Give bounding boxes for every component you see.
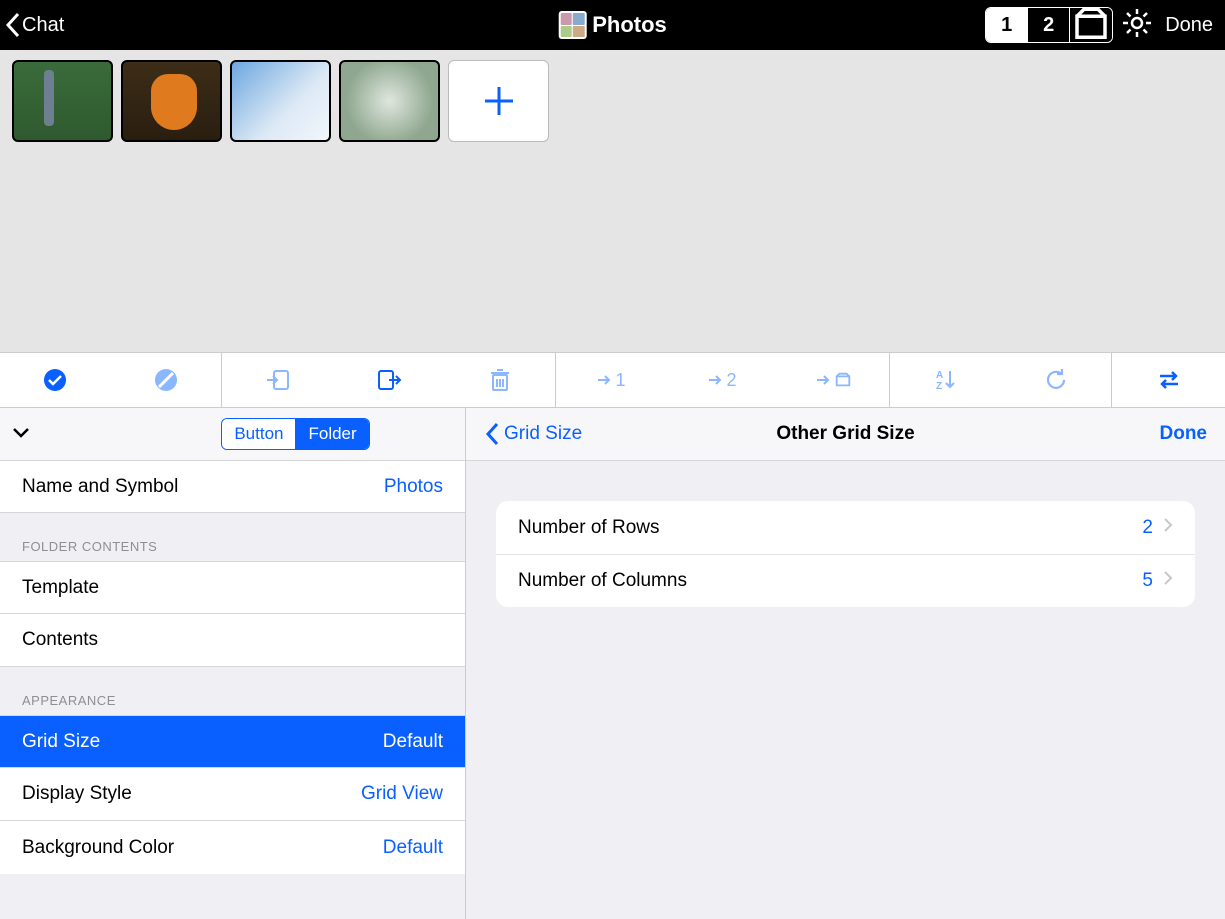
settings-button[interactable] <box>1121 7 1153 44</box>
name-and-symbol-row[interactable]: Name and Symbol Photos <box>0 460 465 513</box>
background-color-row[interactable]: Background Color Default <box>0 821 465 874</box>
delete-button[interactable] <box>444 353 555 407</box>
thumbnail-area <box>0 50 1225 352</box>
edit-toolbar: 1 2 AZ <box>0 352 1225 408</box>
right-pane-header: Grid Size Other Grid Size Done <box>466 408 1225 461</box>
back-label: Chat <box>22 14 64 37</box>
collapse-button[interactable] <box>10 421 32 448</box>
back-button[interactable]: Chat <box>4 10 64 40</box>
arrow-right-icon <box>597 372 613 388</box>
cols-label: Number of Columns <box>518 570 687 592</box>
plus-icon <box>481 83 517 119</box>
trash-icon <box>487 367 513 393</box>
chevron-left-icon <box>4 10 24 40</box>
storage-icon <box>834 371 852 389</box>
top-bar: Chat Photos 1 2 Done <box>0 0 1225 50</box>
goto-1-label: 1 <box>615 370 625 391</box>
photos-app-icon <box>558 11 586 39</box>
contents-row[interactable]: Contents <box>0 614 465 667</box>
import-icon <box>265 367 291 393</box>
go-to-1-button[interactable]: 1 <box>556 353 667 407</box>
name-symbol-value: Photos <box>384 476 443 498</box>
contents-label: Contents <box>22 629 98 651</box>
chevron-down-icon <box>10 421 32 443</box>
slash-circle-icon <box>153 367 179 393</box>
page-title: Photos <box>558 11 667 39</box>
settings-left-pane: Button Folder Name and Symbol Photos FOL… <box>0 408 466 919</box>
thumbnail-item[interactable] <box>121 60 222 142</box>
storage-icon <box>1070 7 1112 43</box>
page-title-text: Photos <box>592 12 667 38</box>
section-folder-contents: FOLDER CONTENTS <box>0 513 465 562</box>
thumbnail-row <box>12 60 1213 142</box>
sort-button[interactable]: AZ <box>890 353 1001 407</box>
number-of-rows-row[interactable]: Number of Rows 2 <box>496 501 1195 554</box>
bg-color-value: Default <box>383 837 443 859</box>
seg-folder[interactable]: Folder <box>296 419 368 449</box>
disclosure-icon <box>1163 517 1173 539</box>
display-style-row[interactable]: Display Style Grid View <box>0 768 465 821</box>
view-mode-2[interactable]: 2 <box>1028 8 1070 42</box>
name-symbol-label: Name and Symbol <box>22 476 178 498</box>
gear-icon <box>1121 7 1153 39</box>
svg-text:Z: Z <box>936 381 942 392</box>
check-circle-icon <box>42 367 68 393</box>
add-thumbnail-button[interactable] <box>448 60 549 142</box>
cols-value: 5 <box>1142 570 1153 592</box>
display-style-value: Grid View <box>361 783 443 805</box>
go-to-storage-button[interactable] <box>778 353 889 407</box>
bg-color-label: Background Color <box>22 837 174 859</box>
right-pane-title: Other Grid Size <box>776 423 914 445</box>
swap-icon <box>1156 367 1182 393</box>
deselect-all-button[interactable] <box>111 353 222 407</box>
thumbnail-item[interactable] <box>12 60 113 142</box>
section-appearance: APPEARANCE <box>0 667 465 716</box>
go-to-2-button[interactable]: 2 <box>667 353 778 407</box>
template-row[interactable]: Template <box>0 561 465 614</box>
template-label: Template <box>22 577 99 599</box>
view-segmented-control: 1 2 <box>985 7 1113 43</box>
right-back-label: Grid Size <box>504 423 582 445</box>
grid-size-row[interactable]: Grid Size Default <box>0 715 465 768</box>
rows-label: Number of Rows <box>518 517 660 539</box>
swap-button[interactable] <box>1112 353 1225 407</box>
number-of-columns-row[interactable]: Number of Columns 5 <box>496 554 1195 607</box>
button-folder-segmented: Button Folder <box>221 418 369 450</box>
svg-text:A: A <box>936 370 943 381</box>
grid-dimensions-card: Number of Rows 2 Number of Columns 5 <box>496 501 1195 607</box>
chevron-left-icon <box>484 421 502 447</box>
settings-right-pane: Grid Size Other Grid Size Done Number of… <box>466 408 1225 919</box>
settings-split: Button Folder Name and Symbol Photos FOL… <box>0 408 1225 919</box>
goto-2-label: 2 <box>726 370 736 391</box>
disclosure-icon <box>1163 570 1173 592</box>
arrow-right-icon <box>816 372 832 388</box>
export-icon <box>376 367 402 393</box>
export-button[interactable] <box>333 353 444 407</box>
seg-button[interactable]: Button <box>222 419 296 449</box>
thumbnail-item[interactable] <box>230 60 331 142</box>
grid-size-label: Grid Size <box>22 731 100 753</box>
import-button[interactable] <box>222 353 333 407</box>
view-mode-storage[interactable] <box>1070 8 1112 42</box>
rows-value: 2 <box>1142 517 1153 539</box>
sort-az-icon: AZ <box>932 367 958 393</box>
thumbnail-item[interactable] <box>339 60 440 142</box>
refresh-button[interactable] <box>1001 353 1112 407</box>
view-mode-1[interactable]: 1 <box>986 8 1028 42</box>
refresh-icon <box>1043 367 1069 393</box>
right-pane-body: Number of Rows 2 Number of Columns 5 <box>466 461 1225 647</box>
grid-size-value: Default <box>383 731 443 753</box>
right-done-button[interactable]: Done <box>1160 423 1208 445</box>
topbar-right: 1 2 Done <box>985 7 1217 44</box>
left-pane-header: Button Folder <box>0 408 465 461</box>
right-back-button[interactable]: Grid Size <box>484 421 582 447</box>
done-button-top[interactable]: Done <box>1165 14 1213 37</box>
arrow-right-icon <box>708 372 724 388</box>
select-all-button[interactable] <box>0 353 111 407</box>
display-style-label: Display Style <box>22 783 132 805</box>
